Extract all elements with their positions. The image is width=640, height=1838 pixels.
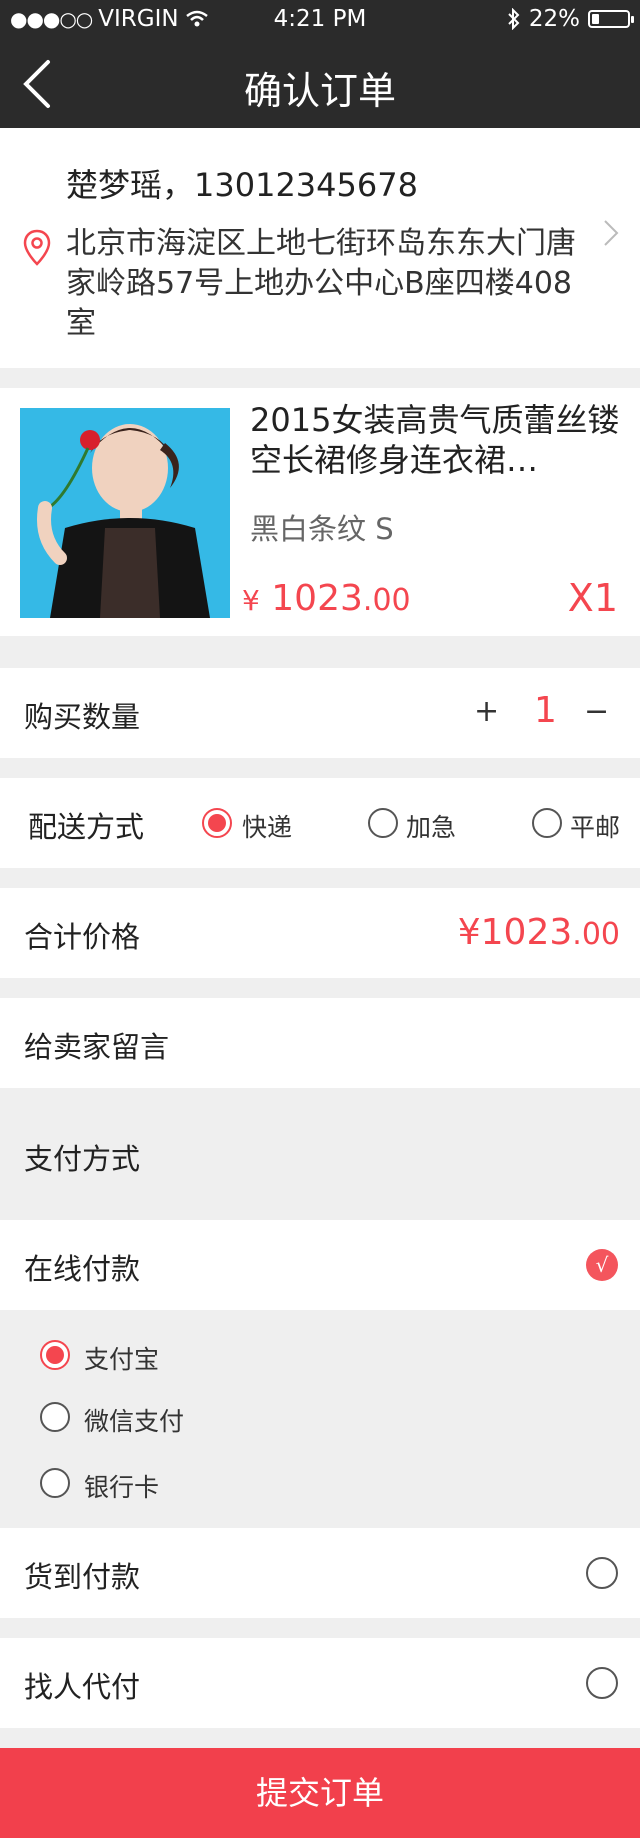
- quantity-label: 购买数量: [24, 700, 141, 734]
- alipay-radio[interactable]: [40, 1340, 70, 1370]
- quantity-row: 购买数量 + 1 −: [0, 668, 640, 758]
- seller-message-label: 给卖家留言: [24, 1030, 170, 1064]
- wechat-pay-radio[interactable]: [40, 1402, 70, 1432]
- address-card[interactable]: 楚梦瑶，13012345678 北京市海淀区上地七街环岛东东大门唐家岭路57号上…: [0, 128, 640, 368]
- increase-button[interactable]: +: [474, 694, 499, 729]
- total-price: ¥1023.00: [458, 912, 620, 953]
- battery-icon: [588, 10, 634, 28]
- cash-on-delivery-radio[interactable]: [586, 1557, 618, 1589]
- delivery-urgent-label[interactable]: 加急: [406, 808, 456, 844]
- bank-card-label[interactable]: 银行卡: [84, 1468, 159, 1504]
- product-card[interactable]: 2015女装高贵气质蕾丝镂空长裙修身连衣裙… 黑白条纹 S ¥ 1023.00 …: [0, 388, 640, 636]
- page-title: 确认订单: [243, 69, 396, 113]
- chevron-right-icon: [604, 220, 619, 246]
- check-icon[interactable]: √: [586, 1249, 618, 1281]
- status-bar: ●●●○○ VIRGIN 4:21 PM 22%: [0, 0, 640, 40]
- delivery-express-radio[interactable]: [202, 808, 232, 838]
- product-title: 2015女装高贵气质蕾丝镂空长裙修身连衣裙…: [250, 401, 620, 479]
- delivery-regular-label[interactable]: 平邮: [570, 808, 620, 844]
- product-price: ¥ 1023.00: [242, 578, 411, 619]
- payment-section-label: 支付方式: [24, 1142, 141, 1176]
- proxy-pay-row[interactable]: 找人代付: [0, 1638, 640, 1728]
- product-spec: 黑白条纹 S: [250, 512, 394, 546]
- total-price-integer: ¥1023: [457, 912, 573, 953]
- recipient-name-phone: 楚梦瑶，13012345678: [66, 166, 418, 204]
- location-pin-icon: [23, 229, 51, 266]
- total-row: 合计价格 ¥1023.00: [0, 888, 640, 978]
- delivery-regular-radio[interactable]: [532, 808, 562, 838]
- delivery-urgent-radio[interactable]: [368, 808, 398, 838]
- product-quantity: X1: [567, 576, 618, 620]
- delivery-express-label[interactable]: 快递: [242, 808, 292, 844]
- product-photo-illustration: [20, 408, 230, 618]
- currency-symbol: ¥: [242, 584, 260, 617]
- cash-on-delivery-label: 货到付款: [24, 1560, 141, 1594]
- quantity-value[interactable]: 1: [534, 690, 557, 731]
- wechat-pay-label[interactable]: 微信支付: [84, 1402, 184, 1438]
- submit-order-button[interactable]: 提交订单: [0, 1748, 640, 1838]
- battery-percent: 22%: [528, 6, 580, 32]
- cash-on-delivery-row[interactable]: 货到付款: [0, 1528, 640, 1618]
- online-payment-row[interactable]: 在线付款 √: [0, 1220, 640, 1310]
- seller-message-row[interactable]: 给卖家留言: [0, 998, 640, 1088]
- delivery-row: 配送方式 快递 加急 平邮: [0, 778, 640, 868]
- address-detail: 北京市海淀区上地七街环岛东东大门唐家岭路57号上地办公中心B座四楼408室: [66, 226, 576, 341]
- online-payment-label: 在线付款: [24, 1252, 141, 1286]
- total-label: 合计价格: [24, 920, 141, 954]
- status-right: 22%: [507, 6, 634, 32]
- proxy-pay-label: 找人代付: [24, 1670, 141, 1704]
- delivery-label: 配送方式: [28, 810, 145, 844]
- price-cents: .00: [362, 583, 411, 618]
- bluetooth-icon: [508, 8, 520, 30]
- proxy-pay-radio[interactable]: [586, 1667, 618, 1699]
- bank-card-radio[interactable]: [40, 1468, 70, 1498]
- decrease-button[interactable]: −: [584, 694, 609, 729]
- alipay-label[interactable]: 支付宝: [84, 1340, 159, 1376]
- price-integer: 1023: [271, 578, 363, 619]
- product-image: [20, 408, 230, 618]
- total-price-cents: .00: [572, 917, 620, 952]
- nav-bar: 确认订单: [0, 40, 640, 128]
